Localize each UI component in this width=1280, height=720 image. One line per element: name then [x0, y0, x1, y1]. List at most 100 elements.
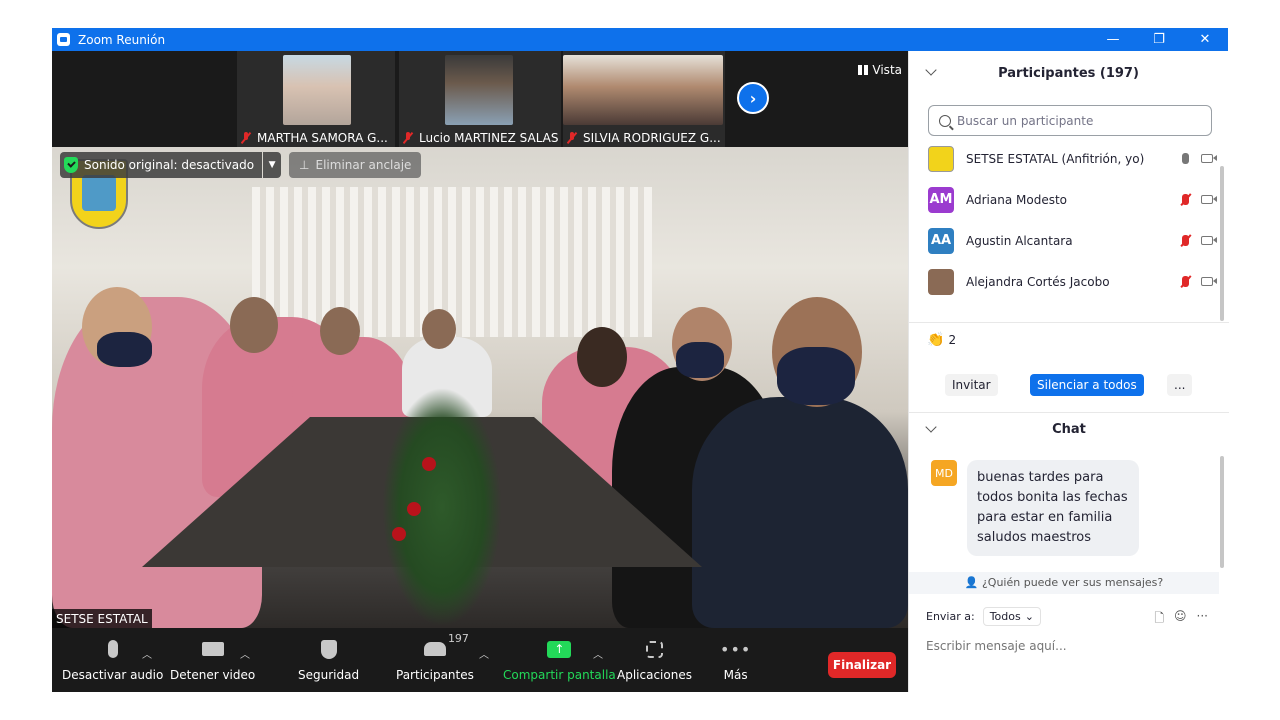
chevron-right-icon: › [749, 88, 757, 108]
thumbnail-tile[interactable]: MARTHA SAMORA G... [237, 51, 395, 147]
more-button[interactable]: ••• Más [720, 636, 752, 683]
participants-title: Participantes (197) [998, 65, 1139, 81]
participant-search[interactable]: Buscar un participante [928, 105, 1212, 136]
emoji-icon[interactable]: ☺ [1174, 609, 1187, 630]
next-page-button[interactable]: › [737, 82, 769, 114]
mute-all-button[interactable]: Silenciar a todos [1030, 374, 1144, 396]
participant-video [445, 55, 513, 125]
participant-video [563, 55, 723, 125]
muted-mic-icon[interactable] [1182, 276, 1189, 287]
close-button[interactable]: ✕ [1182, 28, 1228, 51]
thumbnail-strip: MARTHA SAMORA G... Lucio MARTINEZ SALAS … [52, 51, 908, 147]
ornament [392, 527, 406, 541]
pin-icon: ⊥ [299, 158, 310, 172]
security-button[interactable]: Seguridad [298, 636, 359, 682]
muted-mic-icon [567, 132, 577, 144]
participant-row[interactable]: SETSE ESTATAL (Anfitrión, yo) [909, 138, 1219, 179]
participant-row[interactable]: AM Adriana Modesto [909, 179, 1219, 220]
participants-button[interactable]: 197 Participantes [396, 632, 474, 682]
participant-count: 197 [447, 632, 469, 645]
meeting-toolbar: Desactivar audio ︿ Detener video ︿ Segur… [52, 628, 908, 692]
reactions-row: 👏 2 [927, 332, 956, 348]
avatar [928, 268, 954, 295]
participants-options-caret[interactable]: ︿ [479, 646, 489, 661]
chat-tools: 🗋 ☺ ··· [1154, 609, 1208, 630]
unpin-label: Eliminar anclaje [315, 158, 412, 172]
thumbnail-name: Lucio MARTINEZ SALAS [419, 131, 559, 145]
more-icon: ••• [720, 639, 752, 659]
send-to-label: Enviar a: [926, 610, 975, 623]
participants-scrollbar[interactable] [1220, 166, 1224, 321]
participant-row[interactable]: AA Agustin Alcantara [909, 220, 1219, 261]
view-button[interactable]: Vista [858, 63, 902, 77]
search-icon [939, 114, 951, 127]
send-to-row: Enviar a: Todos ⌄ [926, 607, 1041, 626]
christmas-garland [382, 387, 502, 627]
chat-scrollbar[interactable] [1220, 456, 1224, 568]
microphone-icon [107, 640, 118, 658]
speaker-name-label: SETSE ESTATAL [52, 609, 152, 628]
curtain [252, 187, 652, 337]
chevron-down-icon[interactable]: ▼ [263, 152, 282, 178]
avatar: AA [928, 227, 954, 254]
muted-mic-icon [241, 132, 251, 144]
apps-label: Aplicaciones [617, 668, 692, 682]
sound-original-label: Sonido original: desactivado [84, 158, 255, 172]
sound-original-toggle[interactable]: Sonido original: desactivado [60, 152, 263, 178]
more-options-button[interactable]: ... [1167, 374, 1193, 396]
video-camera-icon[interactable] [1201, 154, 1217, 163]
participant-row[interactable]: Alejandra Cortés Jacobo [909, 261, 1219, 302]
video-camera-icon[interactable] [1201, 195, 1217, 204]
security-label: Seguridad [298, 668, 360, 682]
thumbnail-name: MARTHA SAMORA G... [257, 131, 388, 145]
avatar [928, 145, 954, 172]
share-options-caret[interactable]: ︿ [593, 646, 603, 661]
ornament [422, 457, 436, 471]
search-placeholder: Buscar un participante [957, 113, 1094, 128]
zoom-logo-icon [57, 33, 70, 46]
thumbnail-tile[interactable]: SILVIA RODRIGUEZ G... [563, 51, 725, 147]
clapping-hands-icon: 👏 [927, 332, 945, 348]
video-camera-icon[interactable] [1201, 277, 1217, 286]
microphone-icon[interactable] [1182, 153, 1189, 164]
participants-header: Participantes (197) [909, 51, 1228, 95]
unpin-button[interactable]: ⊥ Eliminar anclaje [289, 152, 422, 178]
minimize-button[interactable]: — [1090, 28, 1136, 51]
video-options-caret[interactable]: ︿ [240, 646, 250, 661]
participants-label: Participantes [396, 668, 474, 682]
file-icon[interactable]: 🗋 [1154, 609, 1164, 630]
invite-button[interactable]: Invitar [945, 374, 998, 396]
video-camera-icon[interactable] [1201, 236, 1217, 245]
chevron-down-icon: ⌄ [1024, 610, 1034, 623]
apps-button[interactable]: Aplicaciones [617, 636, 692, 682]
view-label: Vista [872, 63, 902, 77]
muted-mic-icon [403, 132, 413, 144]
chat-title: Chat [1052, 421, 1086, 437]
video-camera-icon [201, 642, 224, 656]
shield-icon [64, 157, 78, 173]
who-can-see-label: ¿Quién puede ver sus mensajes? [981, 576, 1164, 589]
chat-message: MD buenas tardes para todos bonita las f… [931, 460, 1139, 556]
restore-button[interactable]: ❐ [1136, 28, 1182, 51]
collapse-participants-icon[interactable] [925, 64, 937, 76]
zoom-window: Zoom Reunión — ❐ ✕ MARTHA SAMORA G... Lu… [52, 28, 1229, 692]
stop-video-label: Detener video [170, 668, 256, 682]
sound-original-bar: Sonido original: desactivado ▼ ⊥ Elimina… [60, 152, 422, 178]
chat-message-input[interactable] [926, 639, 1206, 653]
audio-options-caret[interactable]: ︿ [142, 646, 152, 661]
mute-audio-label: Desactivar audio [62, 668, 164, 682]
end-meeting-button[interactable]: Finalizar [828, 652, 896, 678]
chat-bubble: buenas tardes para todos bonita las fech… [967, 460, 1139, 556]
who-can-see-link[interactable]: 👤 ¿Quién puede ver sus mensajes? [909, 572, 1219, 594]
muted-mic-icon[interactable] [1182, 235, 1189, 246]
collapse-chat-icon[interactable] [925, 421, 937, 433]
send-to-select[interactable]: Todos ⌄ [982, 607, 1041, 626]
shield-icon [320, 639, 337, 659]
muted-mic-icon[interactable] [1182, 194, 1189, 205]
thumbnail-tile[interactable]: Lucio MARTINEZ SALAS [399, 51, 561, 147]
share-screen-label: Compartir pantalla [503, 668, 616, 682]
participants-icon [423, 642, 446, 656]
more-icon[interactable]: ··· [1197, 609, 1208, 630]
reaction-count: 2 [948, 333, 957, 347]
main-speaker-video [52, 147, 908, 628]
